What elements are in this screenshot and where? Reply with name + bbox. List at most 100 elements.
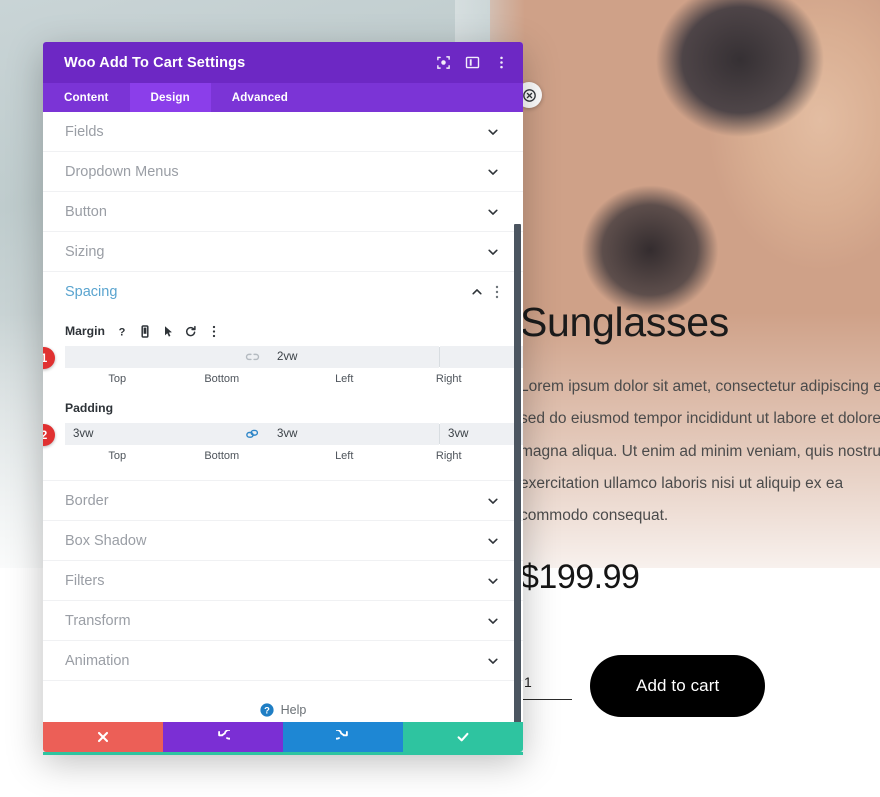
link-linked-icon	[245, 429, 258, 438]
modal-title: Woo Add To Cart Settings	[64, 54, 246, 71]
close-icon	[522, 88, 536, 102]
more-options-icon[interactable]	[208, 325, 220, 338]
modal-tabs: Content Design Advanced	[43, 83, 523, 112]
chevron-down-icon	[488, 498, 498, 504]
modal-footer	[43, 722, 523, 752]
panel-layout-icon[interactable]	[465, 55, 480, 70]
section-label: Border	[65, 492, 109, 509]
product-description: Lorem ipsum dolor sit amet, consectetur …	[520, 378, 880, 525]
chevron-down-icon	[488, 209, 498, 215]
product-info: Sunglasses Lorem ipsum dolor sit amet, c…	[520, 299, 880, 597]
padding-top-input[interactable]	[65, 423, 235, 445]
section-label: Fields	[65, 123, 104, 140]
margin-left-input[interactable]	[440, 346, 523, 368]
padding-bottom-input[interactable]	[269, 423, 439, 445]
padding-left-caption: Left	[335, 450, 354, 462]
margin-captions: Top Bottom Left Right	[65, 372, 501, 385]
modal-header: Woo Add To Cart Settings	[43, 42, 523, 83]
margin-bottom-input[interactable]	[269, 346, 439, 368]
margin-left-right-pair	[440, 346, 523, 368]
section-box-shadow[interactable]: Box Shadow	[43, 521, 523, 561]
section-label: Dropdown Menus	[65, 163, 179, 180]
margin-bottom-caption: Bottom	[204, 373, 240, 385]
quantity-input[interactable]	[520, 672, 572, 700]
help-icon: ?	[260, 703, 274, 717]
section-fields[interactable]: Fields	[43, 112, 523, 152]
section-button[interactable]: Button	[43, 192, 523, 232]
check-icon	[457, 732, 469, 742]
hover-icon[interactable]	[162, 325, 174, 338]
padding-left-input[interactable]	[440, 423, 523, 445]
margin-top-bottom-pair	[65, 346, 439, 368]
section-border[interactable]: Border	[43, 481, 523, 521]
modal-header-icons	[436, 55, 509, 70]
add-to-cart-button[interactable]: Add to cart	[590, 655, 766, 717]
margin-label: Margin	[65, 324, 105, 338]
spacing-panel: Margin ? 1 2vw Top Bottom Left Right Pad…	[43, 312, 523, 481]
section-label: Sizing	[65, 243, 105, 260]
padding-link-vertical-button[interactable]	[235, 423, 269, 445]
help-link[interactable]: ? Help	[43, 681, 523, 717]
tab-advanced[interactable]: Advanced	[211, 83, 309, 112]
chevron-down-icon	[488, 658, 498, 664]
margin-left-caption: Left	[335, 373, 354, 385]
padding-left-right-pair	[440, 423, 523, 445]
section-label: Button	[65, 203, 107, 220]
help-label: Help	[280, 703, 307, 717]
add-to-cart-form: Add to cart	[520, 655, 880, 717]
link-unlinked-icon	[245, 353, 259, 361]
margin-link-vertical-button[interactable]	[235, 346, 269, 368]
cancel-button[interactable]	[43, 722, 163, 752]
more-options-icon[interactable]	[495, 285, 499, 299]
margin-fields-row	[65, 346, 523, 368]
reset-icon[interactable]	[185, 325, 197, 338]
settings-modal: Woo Add To Cart Settings Content Design …	[43, 42, 523, 752]
step-badge-2: 2	[43, 424, 55, 446]
chevron-down-icon	[488, 538, 498, 544]
modal-bottom-accent	[43, 752, 523, 755]
svg-text:?: ?	[264, 704, 270, 715]
product-title: Sunglasses	[520, 299, 729, 345]
redo-icon	[336, 730, 348, 740]
chevron-down-icon	[488, 618, 498, 624]
section-label: Filters	[65, 572, 105, 589]
section-spacing[interactable]: Spacing	[43, 272, 523, 312]
close-icon	[97, 731, 109, 743]
margin-right-caption: Right	[435, 373, 462, 385]
modal-scrollbar[interactable]	[514, 224, 521, 722]
more-options-icon[interactable]	[494, 55, 509, 70]
section-label: Transform	[65, 612, 131, 629]
redo-button[interactable]	[283, 722, 403, 752]
padding-captions: Top Bottom Left Right	[65, 449, 501, 462]
section-dropdown-menus[interactable]: Dropdown Menus	[43, 152, 523, 192]
chevron-down-icon	[488, 169, 498, 175]
save-button[interactable]	[403, 722, 523, 752]
focus-target-icon[interactable]	[436, 55, 451, 70]
section-filters[interactable]: Filters	[43, 561, 523, 601]
tab-content[interactable]: Content	[43, 83, 130, 112]
section-label: Box Shadow	[65, 532, 147, 549]
section-transform[interactable]: Transform	[43, 601, 523, 641]
margin-caption-half-left: Top Bottom	[65, 372, 274, 385]
padding-caption-half-left: Top Bottom	[65, 449, 274, 462]
margin-controls: 1 2vw Top Bottom Left Right	[43, 346, 523, 385]
chevron-up-icon[interactable]	[471, 286, 483, 298]
help-icon[interactable]: ?	[116, 325, 128, 338]
padding-fields-row	[65, 423, 523, 445]
undo-button[interactable]	[163, 722, 283, 752]
responsive-icon[interactable]	[139, 324, 151, 338]
section-sizing[interactable]: Sizing	[43, 232, 523, 272]
margin-caption-half-right: Left Right	[292, 372, 501, 385]
chevron-down-icon	[488, 249, 498, 255]
padding-right-caption: Right	[435, 450, 462, 462]
section-label: Animation	[65, 652, 130, 669]
section-label: Spacing	[65, 284, 118, 300]
margin-top-input[interactable]	[65, 346, 235, 368]
section-animation[interactable]: Animation	[43, 641, 523, 681]
chevron-down-icon	[488, 578, 498, 584]
tab-design[interactable]: Design	[129, 83, 211, 112]
section-controls	[471, 285, 499, 299]
padding-controls: 2 3vw 3vw 3vw Top Bottom Left Right	[43, 423, 523, 462]
padding-bottom-caption: Bottom	[204, 450, 240, 462]
padding-top-caption: Top	[108, 450, 127, 462]
